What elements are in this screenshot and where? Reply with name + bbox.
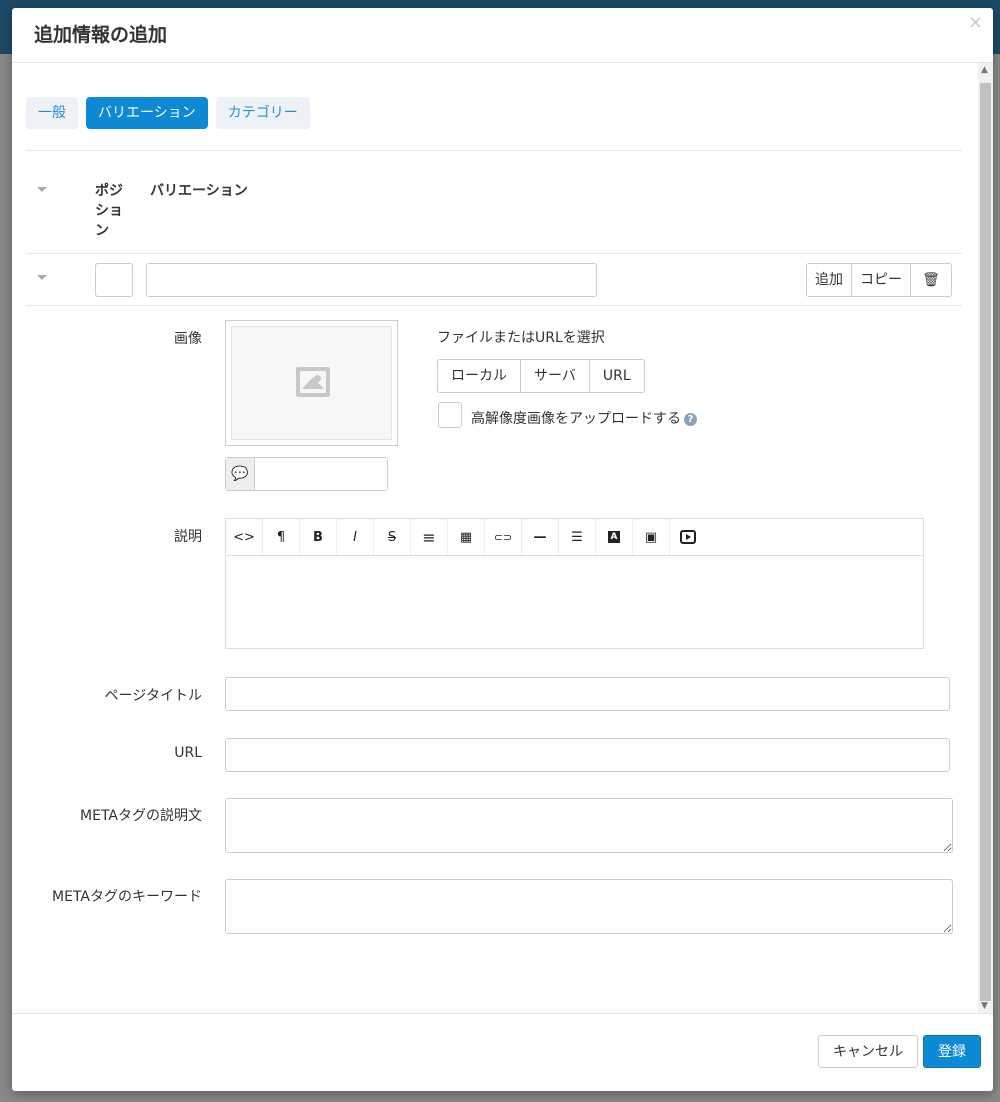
video-glyph xyxy=(680,530,696,544)
url-input[interactable] xyxy=(225,738,950,772)
align-icon[interactable]: ☰ xyxy=(559,519,596,555)
description-label: 説明 xyxy=(174,529,202,545)
help-icon[interactable]: ? xyxy=(684,412,697,426)
code-icon[interactable]: <> xyxy=(226,519,263,555)
image-alt-group: 💬 xyxy=(225,457,388,491)
meta-keywords-input[interactable] xyxy=(225,879,953,934)
page-title-input[interactable] xyxy=(225,677,950,711)
url-label: URL xyxy=(174,745,202,761)
row-divider xyxy=(26,305,962,306)
server-button[interactable]: サーバ xyxy=(521,360,590,392)
hires-label-wrap: 高解像度画像をアップロードする? xyxy=(471,408,697,428)
comment-icon: 💬 xyxy=(226,458,255,490)
modal-footer: キャンセル 登録 xyxy=(12,1013,993,1091)
meta-keywords-label: METAタグのキーワード xyxy=(52,889,202,905)
tab-categories[interactable]: カテゴリー xyxy=(215,97,310,129)
cancel-button[interactable]: キャンセル xyxy=(818,1035,918,1068)
meta-description-input[interactable] xyxy=(225,798,953,853)
image-label: 画像 xyxy=(174,331,202,347)
image-placeholder-icon xyxy=(296,367,330,397)
image-placeholder xyxy=(231,326,392,440)
scroll-thumb[interactable] xyxy=(980,83,991,1001)
modal-scrollbar[interactable]: ▲ ▼ xyxy=(978,63,993,1013)
url-button[interactable]: URL xyxy=(590,360,644,392)
select-file-text: ファイルまたはURLを選択 xyxy=(437,330,605,346)
close-icon[interactable]: × xyxy=(968,12,983,33)
submit-button[interactable]: 登録 xyxy=(923,1035,981,1068)
video-icon[interactable] xyxy=(670,519,706,555)
scroll-down-icon[interactable]: ▼ xyxy=(981,1001,988,1011)
image-alt-input[interactable] xyxy=(255,458,387,490)
meta-description-label: METAタグの説明文 xyxy=(80,808,202,824)
font-color-icon[interactable]: A xyxy=(596,519,633,555)
table-icon[interactable]: ▦ xyxy=(448,519,485,555)
horizontal-rule-icon[interactable]: — xyxy=(522,519,559,555)
list-icon[interactable]: ≡ xyxy=(411,519,448,555)
font-color-glyph: A xyxy=(608,531,620,543)
italic-icon[interactable]: I xyxy=(337,519,374,555)
editor-content-area[interactable] xyxy=(226,556,923,650)
position-input[interactable] xyxy=(95,263,133,297)
row-actions: 追加 コピー 🗑 xyxy=(806,263,952,297)
row-expand-icon[interactable] xyxy=(37,275,47,280)
image-source-buttons: ローカル サーバ URL xyxy=(437,359,645,393)
image-icon[interactable]: ▣ xyxy=(633,519,670,555)
scroll-up-icon[interactable]: ▲ xyxy=(981,65,988,75)
image-placeholder-sun xyxy=(314,375,321,382)
modal-body: 一般 バリエーション カテゴリー ポジション バリエーション 追加 コピー 🗑 … xyxy=(12,63,993,1013)
position-column-header: ポジション xyxy=(95,183,123,239)
paragraph-icon[interactable]: ¶ xyxy=(263,519,300,555)
variation-name-input[interactable] xyxy=(146,263,597,297)
local-button[interactable]: ローカル xyxy=(438,360,521,392)
tab-variations[interactable]: バリエーション xyxy=(86,97,208,129)
add-button[interactable]: 追加 xyxy=(807,264,852,296)
tab-divider xyxy=(26,150,962,151)
collapse-all-icon[interactable] xyxy=(37,187,47,192)
editor-toolbar: <> ¶ B I S ≡ ▦ ⊂⊃ — ☰ A ▣ xyxy=(226,519,923,556)
page-title-label: ページタイトル xyxy=(104,688,202,704)
hires-label: 高解像度画像をアップロードする xyxy=(471,411,681,427)
strikethrough-icon[interactable]: S xyxy=(374,519,411,555)
copy-button[interactable]: コピー xyxy=(852,264,911,296)
tab-bar: 一般 バリエーション カテゴリー xyxy=(26,97,310,129)
header-divider xyxy=(26,253,962,254)
add-info-modal: 追加情報の追加 × 一般 バリエーション カテゴリー ポジション バリエーション… xyxy=(12,8,993,1091)
link-icon[interactable]: ⊂⊃ xyxy=(485,519,522,555)
description-editor: <> ¶ B I S ≡ ▦ ⊂⊃ — ☰ A ▣ xyxy=(225,518,924,649)
image-preview[interactable] xyxy=(225,320,398,446)
bold-icon[interactable]: B xyxy=(300,519,337,555)
hires-checkbox[interactable] xyxy=(438,402,462,428)
tab-general[interactable]: 一般 xyxy=(26,97,78,129)
modal-title: 追加情報の追加 xyxy=(34,24,168,46)
variation-column-header: バリエーション xyxy=(150,183,248,199)
trash-icon[interactable]: 🗑 xyxy=(911,264,951,296)
modal-header: 追加情報の追加 × xyxy=(12,8,993,63)
